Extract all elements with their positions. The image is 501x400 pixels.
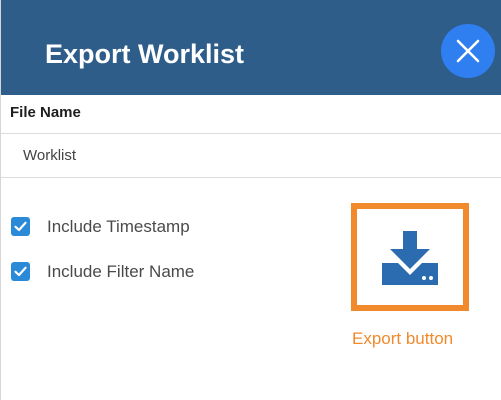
include-timestamp-label: Include Timestamp — [47, 217, 190, 236]
include-filter-name-checkbox[interactable] — [11, 262, 30, 281]
file-name-label: File Name — [10, 104, 81, 121]
close-button[interactable] — [441, 24, 495, 78]
dialog-header: Export Worklist — [1, 0, 501, 95]
export-button[interactable] — [351, 203, 469, 311]
include-timestamp-checkbox[interactable] — [11, 217, 30, 236]
export-worklist-dialog: Export Worklist File Name Include Timest… — [0, 0, 501, 400]
close-icon — [456, 39, 480, 63]
dialog-title: Export Worklist — [45, 39, 245, 69]
checkmark-icon — [14, 266, 27, 277]
export-button-caption: Export button — [352, 329, 454, 348]
include-filter-name-label: Include Filter Name — [47, 262, 195, 281]
download-icon — [382, 231, 438, 285]
file-name-input[interactable] — [1, 133, 501, 178]
checkmark-icon — [14, 221, 27, 232]
